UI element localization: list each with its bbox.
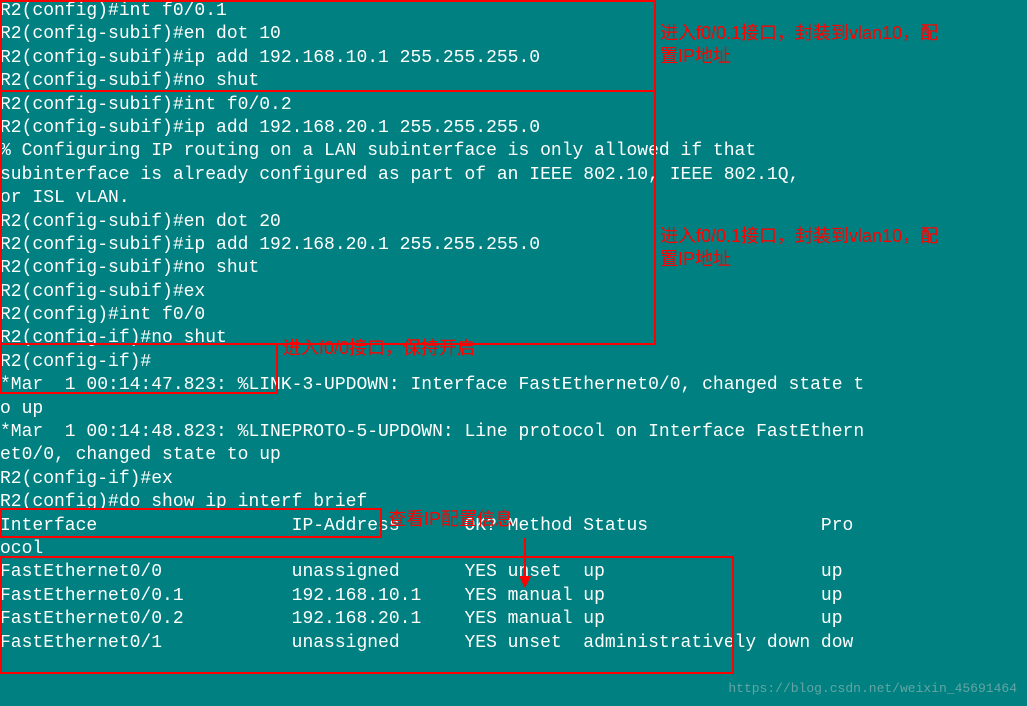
- annotation-text-2: 进入f0/0.1接口，封装到vlan10，配 置IP地址: [660, 225, 938, 272]
- annotation-line: 置IP地址: [660, 45, 938, 68]
- annotation-line: 进入f0/0.1接口，封装到vlan10，配: [660, 225, 938, 248]
- arrow-down-icon: [515, 538, 535, 588]
- highlight-box-1: [0, 0, 656, 92]
- annotation-text-1: 进入f0/0.1接口，封装到vlan10，配 置IP地址: [660, 22, 938, 69]
- annotation-line: 置IP地址: [660, 248, 938, 271]
- annotation-text-3: 进入f0/0接口，保持开启: [283, 337, 475, 360]
- highlight-box-2: [0, 90, 656, 345]
- highlight-box-3: [0, 343, 278, 394]
- cli-line: et0/0, changed state to up: [0, 444, 1027, 467]
- cli-line: o up: [0, 398, 1027, 421]
- highlight-box-5: [0, 556, 734, 674]
- cli-line: *Mar 1 00:14:48.823: %LINEPROTO-5-UPDOWN…: [0, 421, 1027, 444]
- highlight-box-4: [0, 508, 382, 538]
- cli-line: R2(config-if)#ex: [0, 468, 1027, 491]
- annotation-text-4: 查看IP配置信息: [388, 508, 513, 531]
- annotation-line: 进入f0/0.1接口，封装到vlan10，配: [660, 22, 938, 45]
- watermark-text: https://blog.csdn.net/weixin_45691464: [728, 681, 1017, 698]
